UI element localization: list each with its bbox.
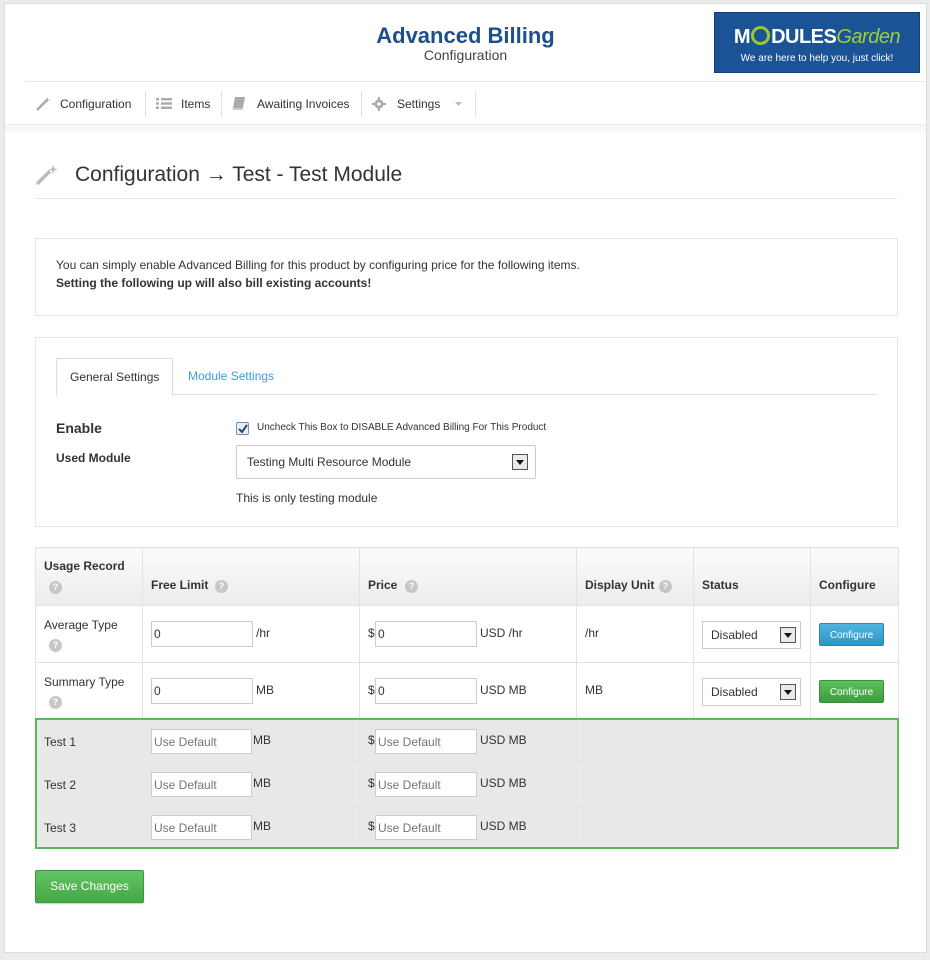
dropdown-arrow-icon (780, 684, 796, 700)
logo-tagline: We are here to help you, just click! (740, 53, 894, 64)
table-row: Test 2 MB $ USD MB (35, 762, 899, 806)
book-icon (232, 97, 245, 110)
list-icon (156, 98, 172, 109)
col-free-limit: Free Limit ? (142, 547, 360, 606)
usage-record-name: Test 3 (44, 821, 77, 835)
info-warning: Setting the following up will also bill … (56, 276, 372, 290)
col-display-unit: Display Unit ? (576, 547, 694, 606)
price-input[interactable] (375, 729, 477, 754)
status-select[interactable]: Disabled (702, 678, 801, 706)
gear-icon (372, 97, 386, 111)
display-unit: MB (585, 683, 603, 697)
usage-table-wrap: Usage Record ? Free Limit ? Price ? Disp… (35, 547, 899, 849)
dropdown-arrow-icon (512, 454, 528, 470)
header: Advanced Billing Configuration M DULESGar… (5, 4, 926, 82)
caret-down-icon (455, 102, 462, 106)
module-description: This is only testing module (236, 491, 378, 505)
price-input[interactable] (375, 772, 477, 797)
tab-module-settings[interactable]: Module Settings (175, 358, 287, 396)
price-unit: USD MB (480, 733, 527, 747)
save-changes-button[interactable]: Save Changes (35, 870, 144, 903)
used-module-select[interactable]: Testing Multi Resource Module (236, 445, 536, 479)
price-unit: USD MB (480, 776, 527, 790)
help-icon[interactable]: ? (215, 580, 228, 593)
currency-symbol: $ (368, 733, 375, 747)
usage-record-name: Test 1 (44, 735, 77, 749)
table-row: Test 3 MB $ USD MB (35, 805, 899, 849)
currency-symbol: $ (368, 776, 375, 790)
currency-symbol: $ (368, 626, 375, 640)
table-row: Summary Type ? MB $ USD MB MB (35, 662, 899, 720)
display-unit: /hr (585, 626, 600, 640)
free-limit-unit: MB (253, 733, 271, 747)
price-input[interactable] (375, 678, 477, 704)
nav-item-configuration[interactable]: Configuration (25, 91, 146, 117)
price-unit: USD MB (480, 819, 527, 833)
col-usage-record: Usage Record ? (35, 547, 143, 606)
enable-checkbox[interactable] (236, 422, 249, 435)
checkmark-icon (238, 424, 248, 434)
price-input[interactable] (375, 815, 477, 840)
status-select[interactable]: Disabled (702, 621, 801, 649)
nav-item-items[interactable]: Items (146, 91, 222, 117)
col-status: Status (693, 547, 811, 606)
usage-record-name: Average Type (44, 618, 118, 632)
price-unit: USD MB (480, 683, 527, 697)
dropdown-arrow-icon (780, 627, 796, 643)
free-limit-unit: MB (253, 776, 271, 790)
enable-checkbox-label[interactable]: Uncheck This Box to DISABLE Advanced Bil… (257, 422, 546, 433)
page-title-row: Configuration → Test - Test Module (35, 159, 897, 199)
logo-wordmark: M DULESGarden (733, 26, 901, 48)
free-limit-input[interactable] (151, 678, 253, 704)
price-unit: USD /hr (480, 626, 523, 640)
free-limit-input[interactable] (151, 729, 252, 754)
table-header-row: Usage Record ? Free Limit ? Price ? Disp… (35, 547, 899, 606)
free-limit-input[interactable] (151, 772, 252, 797)
tab-general-settings[interactable]: General Settings (56, 358, 174, 396)
modulesgarden-logo[interactable]: M DULESGarden We are here to help you, ju… (714, 12, 920, 73)
settings-tabs: General Settings Module Settings (56, 358, 877, 396)
free-limit-input[interactable] (151, 621, 253, 647)
configure-button[interactable]: Configure (819, 623, 884, 646)
info-text: You can simply enable Advanced Billing f… (56, 258, 580, 272)
magic-wand-icon (36, 97, 51, 111)
info-box: You can simply enable Advanced Billing f… (35, 238, 898, 316)
page-frame: Advanced Billing Configuration M DULESGar… (4, 3, 927, 953)
magic-wand-icon (35, 165, 58, 185)
free-limit-unit: /hr (256, 626, 271, 640)
used-module-label: Used Module (56, 451, 131, 465)
configure-button[interactable]: Configure (819, 680, 884, 703)
nav-band (5, 124, 926, 132)
used-module-value: Testing Multi Resource Module (247, 455, 412, 469)
free-limit-input[interactable] (151, 815, 252, 840)
help-icon[interactable]: ? (49, 581, 62, 594)
nav-item-settings[interactable]: Settings (362, 91, 476, 117)
help-icon[interactable]: ? (49, 696, 62, 709)
logo-ring-icon (751, 26, 771, 45)
currency-symbol: $ (368, 683, 375, 697)
enable-label: Enable (56, 420, 102, 436)
usage-record-name: Summary Type (44, 675, 125, 689)
table-row: Test 1 MB $ USD MB (35, 719, 899, 763)
main-nav: Configuration Items Awaiting Invoices Se… (25, 81, 925, 125)
table-row: Average Type ? /hr $ USD /hr /hr (35, 605, 899, 663)
free-limit-unit: MB (256, 683, 274, 697)
help-icon[interactable]: ? (405, 580, 418, 593)
currency-symbol: $ (368, 819, 375, 833)
col-price: Price ? (359, 547, 577, 606)
col-configure: Configure (810, 547, 899, 606)
usage-record-name: Test 2 (44, 778, 77, 792)
help-icon[interactable]: ? (49, 639, 62, 652)
usage-table: Usage Record ? Free Limit ? Price ? Disp… (35, 547, 899, 849)
page-title: Configuration → Test - Test Module (75, 163, 403, 186)
help-icon[interactable]: ? (659, 580, 672, 593)
nav-item-awaiting-invoices[interactable]: Awaiting Invoices (222, 91, 362, 117)
free-limit-unit: MB (253, 819, 271, 833)
price-input[interactable] (375, 621, 477, 647)
settings-panel: General Settings Module Settings Enable … (35, 337, 898, 527)
